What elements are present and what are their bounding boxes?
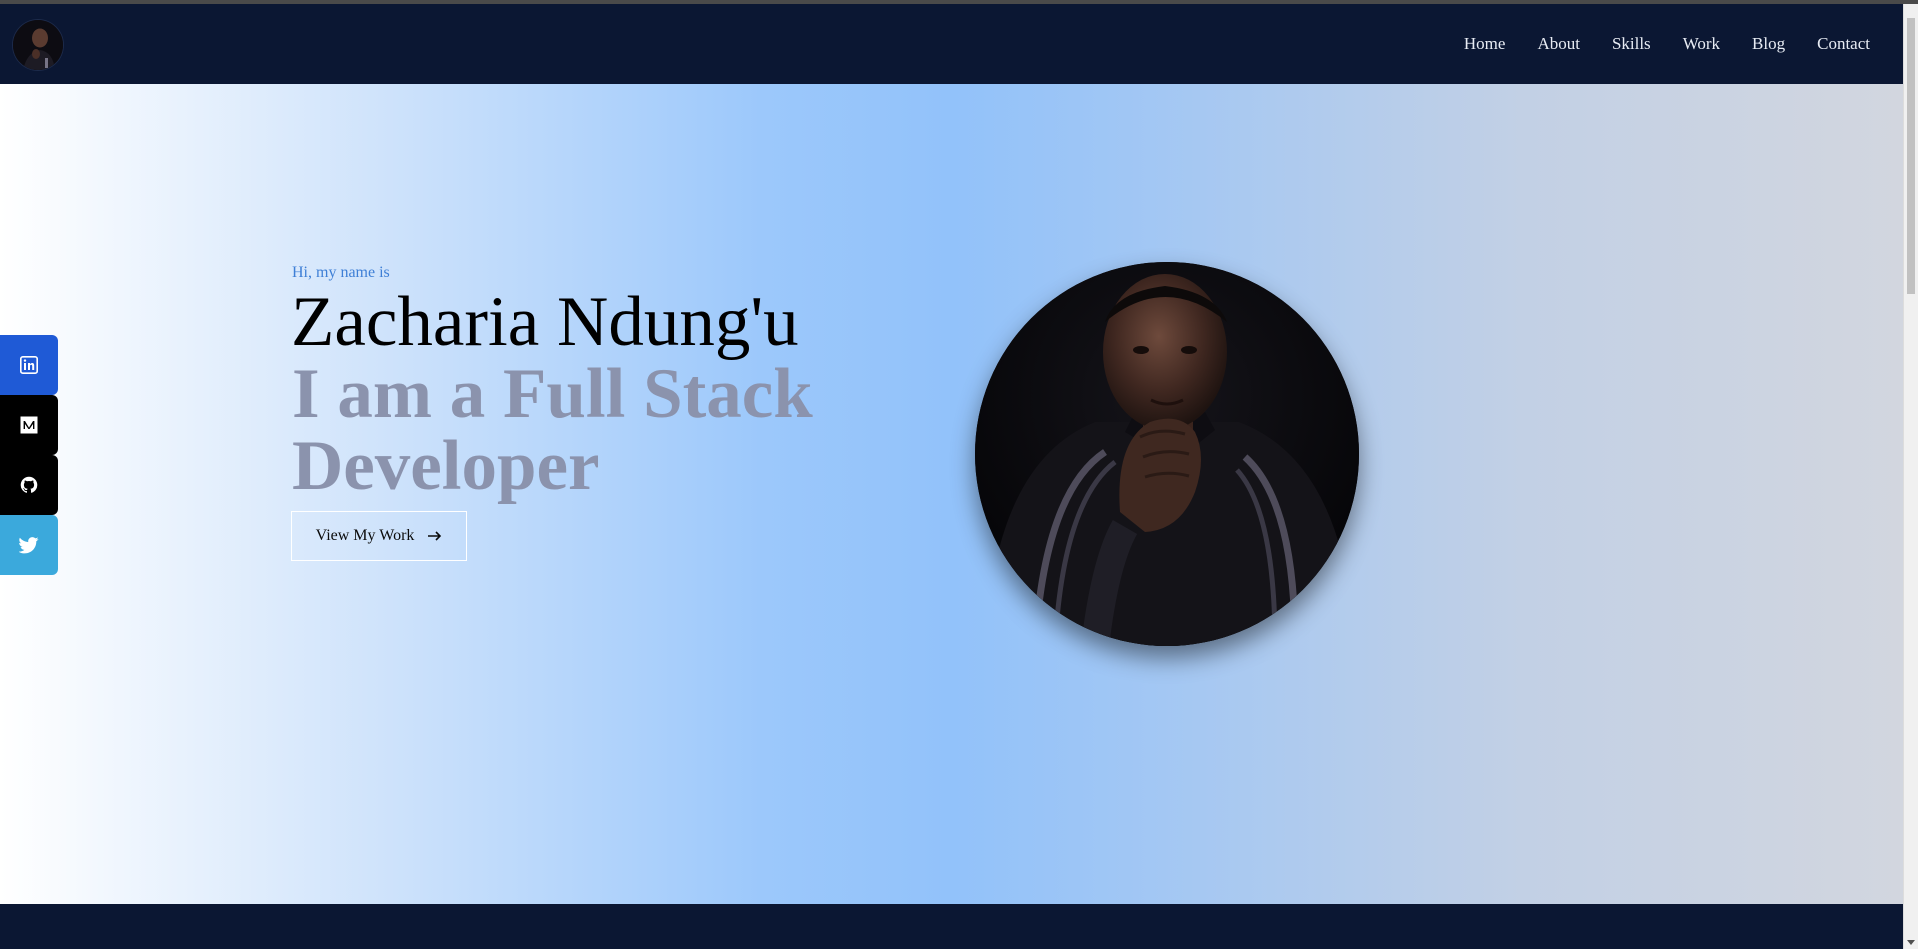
- view-my-work-label: View My Work: [315, 527, 415, 544]
- medium-icon: [20, 416, 38, 434]
- nav-link-home[interactable]: Home: [1448, 34, 1522, 54]
- scroll-down-arrow-icon[interactable]: [1907, 940, 1915, 945]
- nav-link-about[interactable]: About: [1521, 34, 1596, 54]
- page-scrollbar[interactable]: [1903, 4, 1918, 949]
- scrollbar-thumb[interactable]: [1907, 18, 1915, 294]
- nav-link-skills[interactable]: Skills: [1596, 34, 1667, 54]
- linkedin-link[interactable]: [0, 335, 58, 395]
- navbar: Home About Skills Work Blog Contact: [0, 4, 1904, 84]
- hero-name: Zacharia Ndung'u: [291, 283, 799, 361]
- logo-avatar[interactable]: [13, 20, 63, 70]
- nav-link-blog[interactable]: Blog: [1736, 34, 1801, 54]
- nav-link-contact[interactable]: Contact: [1801, 34, 1886, 54]
- github-link[interactable]: [0, 455, 58, 515]
- linkedin-icon: [20, 356, 38, 374]
- hero-section: Hi, my name is Zacharia Ndung'u I am a F…: [0, 84, 1904, 904]
- medium-link[interactable]: [0, 395, 58, 455]
- social-sidebar: [0, 335, 58, 575]
- github-icon: [20, 476, 38, 494]
- next-section-band: [0, 904, 1904, 949]
- view-my-work-button[interactable]: View My Work: [291, 511, 467, 561]
- portrait-photo-icon: [975, 262, 1359, 646]
- avatar-photo-icon: [13, 20, 63, 70]
- nav-link-work[interactable]: Work: [1667, 34, 1736, 54]
- nav-links: Home About Skills Work Blog Contact: [1448, 4, 1886, 84]
- hero-role: I am a Full Stack Developer: [292, 355, 813, 505]
- profile-portrait: [975, 262, 1359, 646]
- arrow-right-icon: [428, 531, 442, 541]
- twitter-link[interactable]: [0, 515, 58, 575]
- twitter-icon: [19, 536, 39, 554]
